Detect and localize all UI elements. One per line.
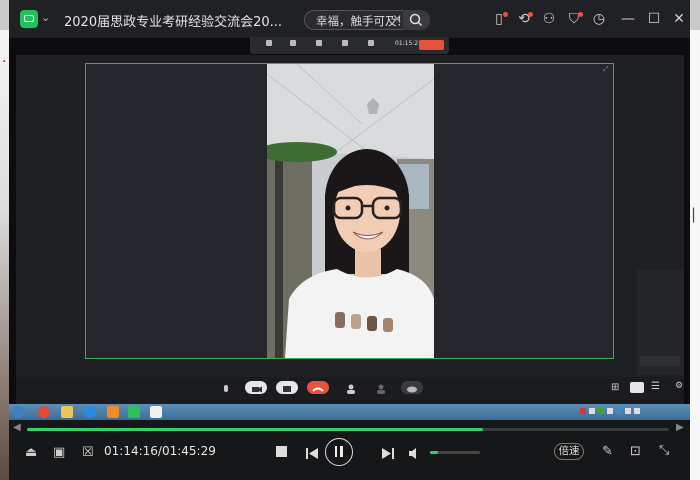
current-time: 01:14:16 [104, 444, 158, 458]
screen-icon [283, 386, 291, 392]
view-toggle-button[interactable] [401, 381, 423, 394]
prev-icon[interactable] [305, 445, 319, 464]
video-app-icon[interactable] [128, 406, 140, 418]
eye-icon [407, 386, 417, 393]
playback-time: 01:14:16/01:45:29 [104, 444, 216, 458]
app-icon[interactable] [84, 406, 96, 418]
volume-slider[interactable] [430, 451, 480, 454]
expand-icon[interactable]: ⤢ [603, 65, 609, 74]
pause-icon [340, 446, 343, 457]
add-user-icon [377, 384, 385, 394]
screenshot-icon[interactable]: ✎ [602, 444, 613, 459]
shirt-badge [578, 12, 583, 17]
desktop-red-glyph: · [2, 54, 7, 70]
speaker-image [267, 64, 434, 358]
progress-fill [27, 428, 483, 431]
search-icon [409, 13, 423, 27]
meeting-camera-button[interactable] [286, 40, 300, 49]
toolbox-icon[interactable]: ⊡ [630, 444, 641, 459]
window-title: 2020届思政专业考研经验交流会20... [64, 15, 283, 30]
volume-icon[interactable] [408, 445, 420, 464]
meeting-timer: 01:15:21 [395, 40, 422, 47]
speaker-video [267, 64, 434, 358]
desktop-glyph: | [691, 205, 697, 223]
participant-name-badge [640, 356, 680, 366]
app-logo-icon[interactable] [20, 10, 38, 28]
speed-button[interactable]: 倍速 [554, 443, 584, 460]
mic-icon [224, 385, 228, 392]
meeting-share-button[interactable] [312, 40, 326, 49]
stop-icon[interactable] [276, 446, 287, 457]
next-icon[interactable] [381, 445, 395, 464]
list-view-icon[interactable]: ☰ [651, 381, 660, 392]
camera-toggle-button[interactable] [245, 381, 267, 394]
clear-icon[interactable]: ✕ [392, 12, 402, 26]
add-member-button[interactable] [370, 381, 392, 394]
chevron-down-icon[interactable]: ⌄ [41, 11, 50, 24]
meeting-more-button[interactable] [364, 40, 378, 49]
search-button[interactable] [403, 10, 430, 30]
playlist-icon[interactable]: ⏏ [25, 445, 37, 460]
app-icon[interactable] [150, 406, 162, 418]
members-button[interactable] [340, 381, 362, 394]
start-icon[interactable] [12, 406, 24, 418]
desktop-background-right [690, 30, 700, 480]
volume-fill [430, 451, 438, 454]
members-icon [347, 384, 355, 394]
screen-share-button[interactable] [276, 381, 298, 394]
settings-icon[interactable]: ⚙ [675, 381, 683, 391]
duration: 01:45:29 [161, 444, 216, 458]
hang-up-icon [312, 387, 324, 392]
grid-view-icon[interactable]: ⊞ [611, 382, 619, 393]
mute-button[interactable] [215, 381, 237, 394]
pause-button[interactable] [325, 438, 353, 466]
browser-icon[interactable] [38, 406, 50, 418]
meeting-members-button[interactable] [338, 40, 352, 49]
pause-icon [334, 446, 337, 457]
chat-icon[interactable]: ☒ [82, 445, 94, 460]
maximize-icon[interactable]: ☐ [645, 11, 663, 27]
minimize-icon[interactable]: — [619, 11, 637, 27]
fullscreen-icon[interactable]: ⤡ [659, 443, 669, 458]
cast-badge [528, 12, 533, 17]
history-icon[interactable]: ◷ [590, 11, 608, 27]
seek-forward-icon[interactable]: ▶ [676, 422, 684, 433]
meeting-end-button[interactable] [419, 40, 444, 50]
meeting-mic-button[interactable] [262, 40, 276, 49]
folder-icon[interactable] [61, 406, 73, 418]
desktop-background-left [0, 30, 9, 480]
camera-icon [252, 386, 262, 393]
close-icon[interactable]: ✕ [670, 11, 688, 27]
subtitle-icon[interactable]: ▣ [53, 445, 65, 460]
seek-back-icon[interactable]: ◀ [13, 422, 21, 433]
share-icon[interactable]: ⚇ [540, 11, 558, 27]
system-tray [580, 408, 650, 416]
app-icon[interactable] [107, 406, 119, 418]
layout-view-button[interactable] [630, 382, 644, 393]
hang-up-button[interactable] [307, 381, 329, 394]
notes-badge [503, 12, 508, 17]
